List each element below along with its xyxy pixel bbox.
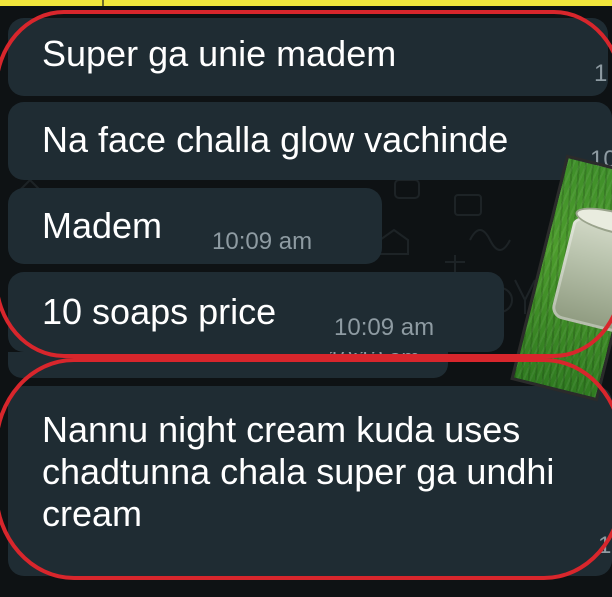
- highlight-ring-top: [0, 10, 612, 358]
- highlight-ring-bottom: [0, 358, 612, 580]
- top-highlight-strip: [0, 0, 612, 6]
